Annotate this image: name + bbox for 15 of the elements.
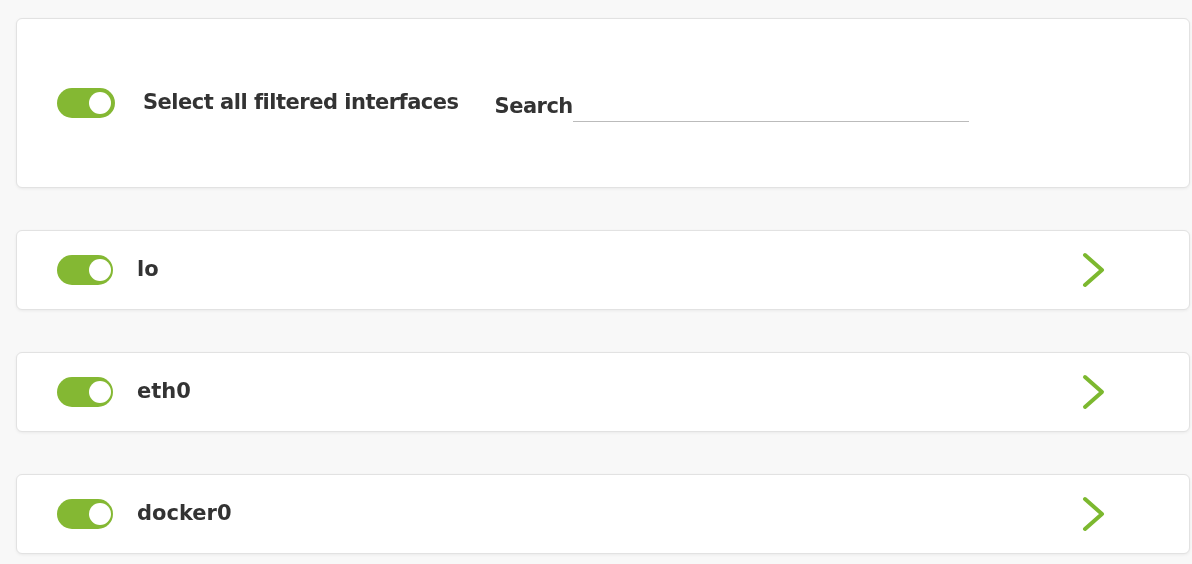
chevron-right-icon[interactable]	[1081, 374, 1107, 410]
chevron-right-icon[interactable]	[1081, 496, 1107, 532]
toggle-switch[interactable]	[57, 499, 113, 529]
interface-name: lo	[137, 256, 159, 284]
toggle-switch[interactable]	[57, 255, 113, 285]
interface-row[interactable]: eth0	[16, 352, 1190, 432]
chevron-right-icon[interactable]	[1081, 252, 1107, 288]
toggle-switch[interactable]	[57, 377, 113, 407]
toggle-switch[interactable]	[57, 88, 115, 118]
interface-row[interactable]: docker0	[16, 474, 1190, 554]
interface-name: eth0	[137, 378, 191, 406]
search-label: Search	[494, 93, 573, 121]
select-all-label: Select all filtered interfaces	[143, 89, 459, 117]
interface-row[interactable]: lo	[16, 230, 1190, 310]
interface-name: docker0	[137, 500, 232, 528]
